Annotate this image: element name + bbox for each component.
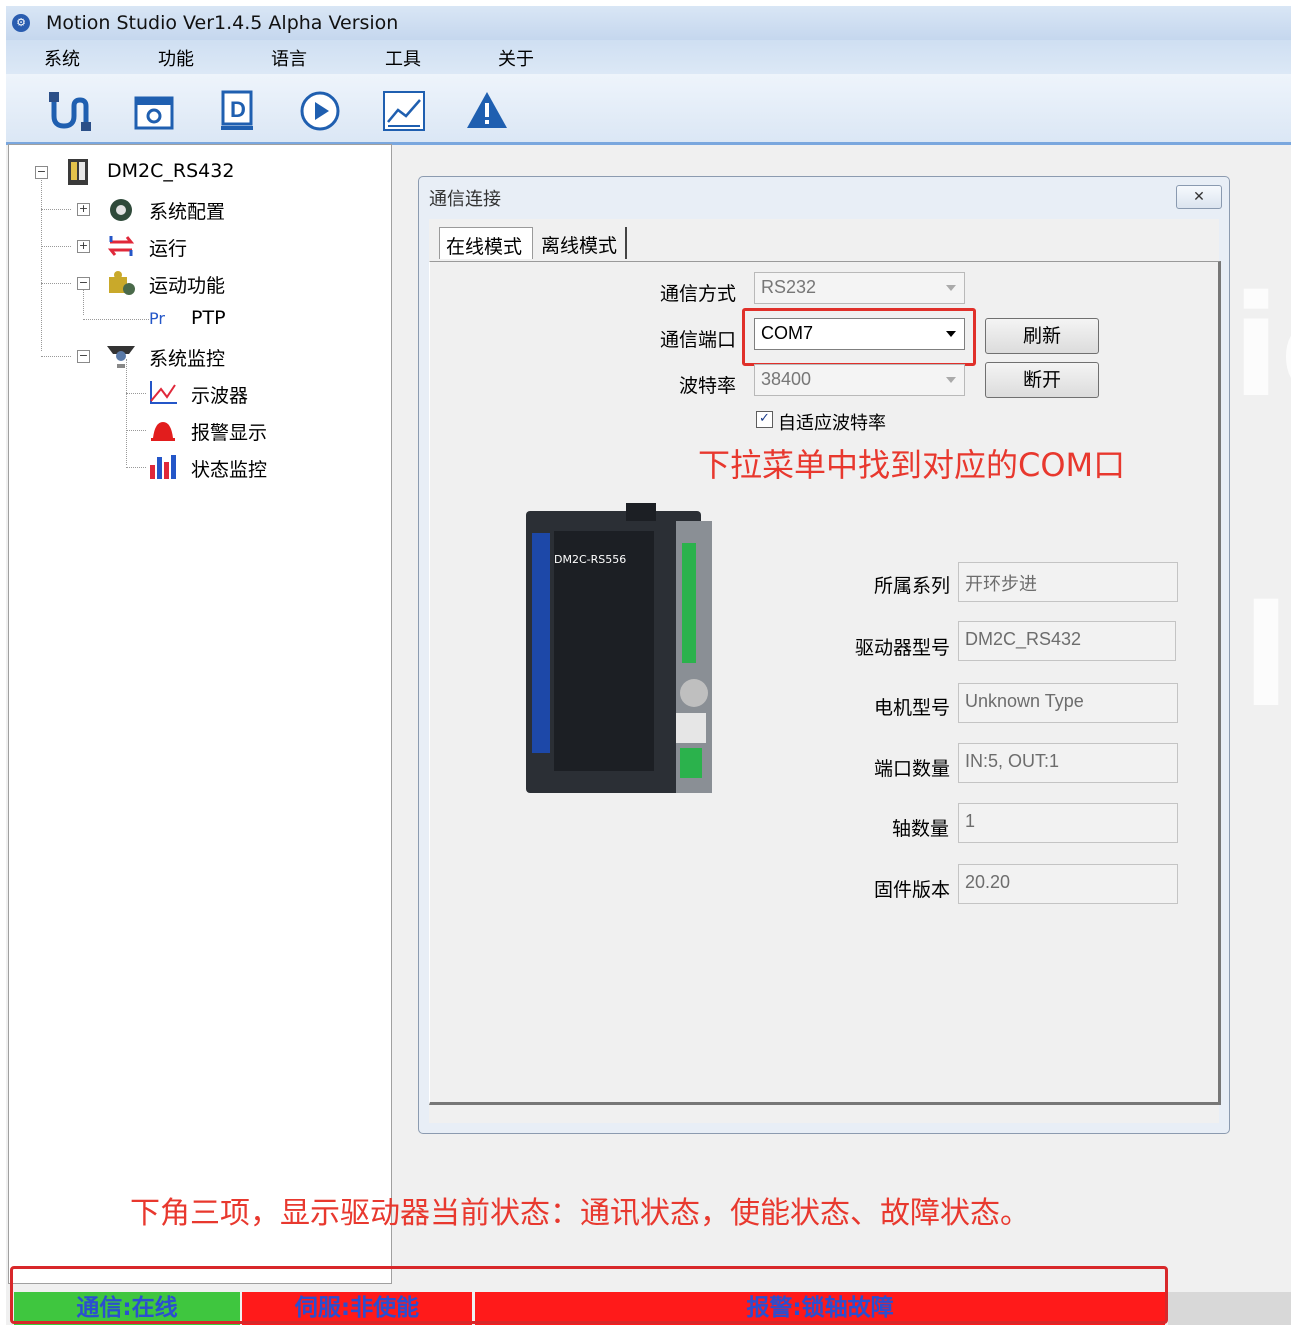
driver-model-field: DM2C_RS432 bbox=[958, 621, 1176, 661]
comm-port-value: COM7 bbox=[761, 323, 814, 343]
baud-label: 波特率 bbox=[679, 375, 737, 397]
comm-mode-label: 通信方式 bbox=[660, 283, 737, 305]
menu-language[interactable]: 语言 bbox=[271, 45, 307, 71]
oscilloscope-icon bbox=[147, 379, 179, 407]
loop-arrows-icon bbox=[105, 232, 137, 260]
collapse-icon[interactable]: − bbox=[77, 277, 90, 290]
driver-model-label: 驱动器型号 bbox=[855, 637, 951, 659]
tab-offline[interactable]: 离线模式 bbox=[535, 227, 627, 259]
app-logo-icon: ⚙ bbox=[12, 14, 30, 32]
comm-port-select[interactable]: COM7 bbox=[754, 318, 965, 350]
run-icon[interactable] bbox=[296, 88, 344, 134]
tree-label: PTP bbox=[191, 307, 226, 329]
menu-function[interactable]: 功能 bbox=[158, 45, 194, 71]
background-watermark: ic bbox=[1232, 266, 1291, 429]
axes-field: 1 bbox=[958, 803, 1178, 843]
firmware-field: 20.20 bbox=[958, 864, 1178, 904]
tree-label: 示波器 bbox=[191, 385, 249, 407]
menu-bar: 系统 功能 语言 工具 关于 bbox=[6, 40, 1291, 74]
close-button[interactable]: ✕ bbox=[1176, 185, 1222, 209]
expand-icon[interactable]: + bbox=[77, 203, 90, 216]
expand-icon[interactable]: + bbox=[77, 240, 90, 253]
status-highlight-box bbox=[10, 1266, 1168, 1324]
tree-label: 报警显示 bbox=[191, 422, 268, 444]
chevron-down-icon bbox=[946, 285, 956, 291]
ports-field: IN:5, OUT:1 bbox=[958, 743, 1178, 783]
tree-label: 运动功能 bbox=[149, 275, 226, 297]
baud-value: 38400 bbox=[761, 369, 812, 389]
status-bar-filler bbox=[1168, 1292, 1291, 1325]
motor-model-label: 电机型号 bbox=[874, 697, 951, 719]
auto-baud-checkbox[interactable]: ✓ bbox=[756, 411, 773, 428]
refresh-button[interactable]: 刷新 bbox=[985, 318, 1099, 354]
collapse-icon[interactable]: − bbox=[77, 350, 90, 363]
tree-label: 系统配置 bbox=[149, 201, 226, 223]
comm-port-label: 通信端口 bbox=[660, 329, 737, 351]
title-bar: ⚙ Motion Studio Ver1.4.5 Alpha Version bbox=[6, 6, 1291, 40]
gear-icon bbox=[105, 195, 137, 223]
series-label: 所属系列 bbox=[874, 575, 951, 597]
d-mode-icon[interactable]: D bbox=[213, 88, 261, 134]
driver-product-image: DM2C-RS556 bbox=[526, 503, 716, 803]
tree-label: 系统监控 bbox=[149, 348, 226, 370]
connect-icon[interactable] bbox=[46, 88, 94, 134]
annotation-com-port: 下拉菜单中找到对应的COM口 bbox=[698, 446, 1126, 484]
comm-mode-value: RS232 bbox=[761, 277, 817, 297]
background-watermark: l bbox=[1242, 576, 1290, 739]
chevron-down-icon bbox=[946, 331, 956, 337]
bar-chart-icon bbox=[147, 453, 179, 481]
ports-label: 端口数量 bbox=[874, 758, 951, 780]
device-icon bbox=[65, 158, 91, 186]
tree-label: 状态监控 bbox=[191, 459, 268, 481]
collapse-icon[interactable]: − bbox=[35, 166, 48, 179]
device-model-text: DM2C-RS556 bbox=[554, 553, 626, 566]
alarm-icon[interactable] bbox=[463, 88, 511, 134]
puzzle-icon bbox=[105, 269, 137, 297]
axes-label: 轴数量 bbox=[892, 818, 950, 840]
annotation-status-bar: 下角三项，显示驱动器当前状态：通讯状态，使能状态、故障状态。 bbox=[130, 1196, 1030, 1231]
dialog-title: 通信连接 bbox=[429, 189, 501, 210]
tree-label: 运行 bbox=[149, 238, 188, 260]
chevron-down-icon bbox=[946, 377, 956, 383]
motor-model-field: Unknown Type bbox=[958, 683, 1178, 723]
auto-baud-label: 自适应波特率 bbox=[778, 413, 886, 434]
baud-select[interactable]: 38400 bbox=[754, 364, 965, 396]
camera-icon bbox=[105, 342, 137, 370]
svg-text:D: D bbox=[230, 97, 246, 122]
bell-icon bbox=[147, 416, 179, 444]
firmware-label: 固件版本 bbox=[874, 879, 951, 901]
menu-about[interactable]: 关于 bbox=[498, 45, 534, 71]
pr-icon: Pr bbox=[149, 309, 165, 328]
comm-mode-select[interactable]: RS232 bbox=[754, 272, 965, 304]
toolbar: D bbox=[6, 74, 1291, 145]
tab-online[interactable]: 在线模式 bbox=[439, 227, 533, 259]
series-field: 开环步进 bbox=[958, 562, 1178, 602]
device-tree: − DM2C_RS432 + 系统配置 + 运行 − 运动功能 Pr PTP −… bbox=[8, 144, 392, 1284]
device-settings-icon[interactable] bbox=[130, 88, 178, 134]
menu-tools[interactable]: 工具 bbox=[385, 45, 421, 71]
chart-icon[interactable] bbox=[380, 88, 428, 134]
disconnect-button[interactable]: 断开 bbox=[985, 362, 1099, 398]
menu-system[interactable]: 系统 bbox=[44, 45, 80, 71]
tree-root-label: DM2C_RS432 bbox=[107, 160, 235, 182]
window-title: Motion Studio Ver1.4.5 Alpha Version bbox=[46, 12, 399, 34]
